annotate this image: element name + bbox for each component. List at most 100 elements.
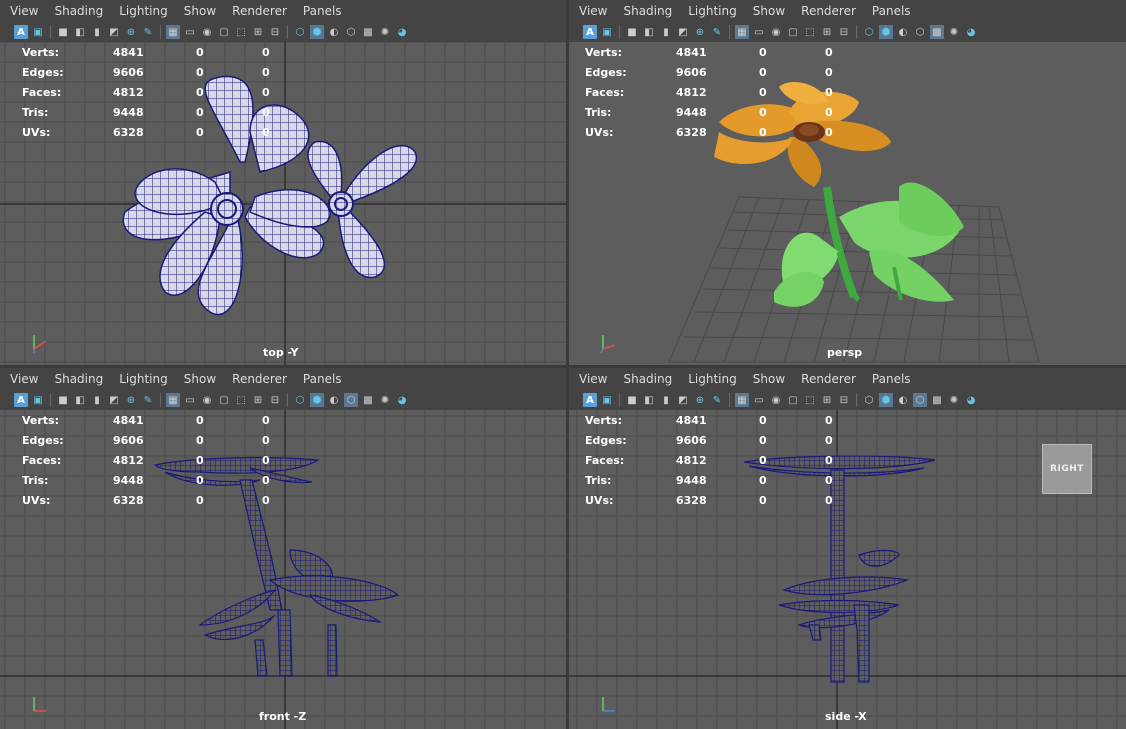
viewport-front[interactable]: View Shading Lighting Show Renderer Pane… — [0, 368, 566, 729]
safe-action-icon[interactable]: ⊞ — [251, 393, 265, 407]
camera-attr-icon[interactable]: ▣ — [600, 393, 614, 407]
camera-icon[interactable]: ■ — [625, 25, 639, 39]
menu-renderer[interactable]: Renderer — [232, 4, 287, 18]
menu-view[interactable]: View — [579, 372, 607, 386]
gate-mask-icon[interactable]: ▢ — [786, 25, 800, 39]
camera-track-icon[interactable]: ◧ — [642, 393, 656, 407]
wireframe-icon[interactable]: ⬡ — [293, 393, 307, 407]
smooth-shade-icon[interactable]: ⬢ — [879, 25, 893, 39]
gate-mask-icon[interactable]: ▢ — [786, 393, 800, 407]
menu-panels[interactable]: Panels — [303, 372, 342, 386]
film-gate-icon[interactable]: ▭ — [183, 393, 197, 407]
grease-pencil-icon[interactable]: ✎ — [141, 25, 155, 39]
menu-shading[interactable]: Shading — [623, 372, 672, 386]
camera-attr-icon[interactable]: ▣ — [31, 25, 45, 39]
2d-pan-icon[interactable]: ⊕ — [124, 25, 138, 39]
2d-pan-icon[interactable]: ⊕ — [124, 393, 138, 407]
menu-lighting[interactable]: Lighting — [119, 372, 168, 386]
2d-pan-icon[interactable]: ⊕ — [693, 25, 707, 39]
image-plane-icon[interactable]: ◩ — [676, 25, 690, 39]
safe-title-icon[interactable]: ⊟ — [268, 393, 282, 407]
menu-renderer[interactable]: Renderer — [801, 4, 856, 18]
wireframe-icon[interactable]: ⬡ — [293, 25, 307, 39]
menu-panels[interactable]: Panels — [303, 4, 342, 18]
view-cube[interactable]: RIGHT — [1042, 444, 1092, 494]
image-plane-icon[interactable]: ◩ — [107, 25, 121, 39]
resolution-gate-icon[interactable]: ◉ — [769, 25, 783, 39]
wireframe-icon[interactable]: ⬡ — [862, 25, 876, 39]
safe-action-icon[interactable]: ⊞ — [820, 25, 834, 39]
xray-icon[interactable]: ▩ — [361, 393, 375, 407]
menu-lighting[interactable]: Lighting — [688, 4, 737, 18]
grid-icon[interactable]: ▦ — [166, 25, 180, 39]
safe-title-icon[interactable]: ⊟ — [268, 25, 282, 39]
field-chart-icon[interactable]: ⬚ — [234, 393, 248, 407]
field-chart-icon[interactable]: ⬚ — [803, 393, 817, 407]
default-material-icon[interactable]: ◐ — [896, 393, 910, 407]
select-camera-icon[interactable]: A — [583, 25, 597, 39]
film-gate-icon[interactable]: ▭ — [752, 25, 766, 39]
gate-mask-icon[interactable]: ▢ — [217, 25, 231, 39]
xray-icon[interactable]: ▩ — [930, 25, 944, 39]
default-material-icon[interactable]: ◐ — [896, 25, 910, 39]
resolution-gate-icon[interactable]: ◉ — [200, 393, 214, 407]
menu-shading[interactable]: Shading — [54, 372, 103, 386]
menu-shading[interactable]: Shading — [54, 4, 103, 18]
menu-show[interactable]: Show — [753, 372, 785, 386]
smooth-shade-icon[interactable]: ⬢ — [310, 25, 324, 39]
menu-lighting[interactable]: Lighting — [119, 4, 168, 18]
menu-lighting[interactable]: Lighting — [688, 372, 737, 386]
select-camera-icon[interactable]: A — [583, 393, 597, 407]
gate-mask-icon[interactable]: ▢ — [217, 393, 231, 407]
shadows-icon[interactable]: ◕ — [395, 25, 409, 39]
camera-icon[interactable]: ■ — [56, 25, 70, 39]
wireframe-icon[interactable]: ⬡ — [862, 393, 876, 407]
lights-icon[interactable]: ✺ — [947, 393, 961, 407]
camera-attr-icon[interactable]: ▣ — [600, 25, 614, 39]
wireframe-on-shaded-icon[interactable]: ⬡ — [913, 25, 927, 39]
menu-view[interactable]: View — [10, 4, 38, 18]
bookmark-icon[interactable]: ▮ — [90, 25, 104, 39]
camera-icon[interactable]: ■ — [625, 393, 639, 407]
safe-action-icon[interactable]: ⊞ — [251, 25, 265, 39]
menu-renderer[interactable]: Renderer — [232, 372, 287, 386]
safe-title-icon[interactable]: ⊟ — [837, 25, 851, 39]
default-material-icon[interactable]: ◐ — [327, 25, 341, 39]
2d-pan-icon[interactable]: ⊕ — [693, 393, 707, 407]
menu-shading[interactable]: Shading — [623, 4, 672, 18]
menu-show[interactable]: Show — [184, 372, 216, 386]
select-camera-icon[interactable]: A — [14, 393, 28, 407]
lights-icon[interactable]: ✺ — [378, 25, 392, 39]
image-plane-icon[interactable]: ◩ — [676, 393, 690, 407]
viewport-persp[interactable]: View Shading Lighting Show Renderer Pane… — [569, 0, 1126, 365]
wireframe-on-shaded-icon[interactable]: ⬡ — [913, 393, 927, 407]
image-plane-icon[interactable]: ◩ — [107, 393, 121, 407]
wireframe-on-shaded-icon[interactable]: ⬡ — [344, 25, 358, 39]
shadows-icon[interactable]: ◕ — [964, 25, 978, 39]
resolution-gate-icon[interactable]: ◉ — [769, 393, 783, 407]
camera-track-icon[interactable]: ◧ — [642, 25, 656, 39]
lights-icon[interactable]: ✺ — [378, 393, 392, 407]
menu-panels[interactable]: Panels — [872, 372, 911, 386]
film-gate-icon[interactable]: ▭ — [183, 25, 197, 39]
menu-show[interactable]: Show — [184, 4, 216, 18]
xray-icon[interactable]: ▩ — [930, 393, 944, 407]
shadows-icon[interactable]: ◕ — [395, 393, 409, 407]
bookmark-icon[interactable]: ▮ — [90, 393, 104, 407]
safe-title-icon[interactable]: ⊟ — [837, 393, 851, 407]
menu-view[interactable]: View — [10, 372, 38, 386]
menu-view[interactable]: View — [579, 4, 607, 18]
camera-icon[interactable]: ■ — [56, 393, 70, 407]
smooth-shade-icon[interactable]: ⬢ — [879, 393, 893, 407]
grease-pencil-icon[interactable]: ✎ — [141, 393, 155, 407]
resolution-gate-icon[interactable]: ◉ — [200, 25, 214, 39]
bookmark-icon[interactable]: ▮ — [659, 25, 673, 39]
default-material-icon[interactable]: ◐ — [327, 393, 341, 407]
select-camera-icon[interactable]: A — [14, 25, 28, 39]
field-chart-icon[interactable]: ⬚ — [803, 25, 817, 39]
menu-show[interactable]: Show — [753, 4, 785, 18]
camera-track-icon[interactable]: ◧ — [73, 393, 87, 407]
viewport-top[interactable]: View Shading Lighting Show Renderer Pane… — [0, 0, 566, 365]
smooth-shade-icon[interactable]: ⬢ — [310, 393, 324, 407]
grid-icon[interactable]: ▦ — [735, 393, 749, 407]
